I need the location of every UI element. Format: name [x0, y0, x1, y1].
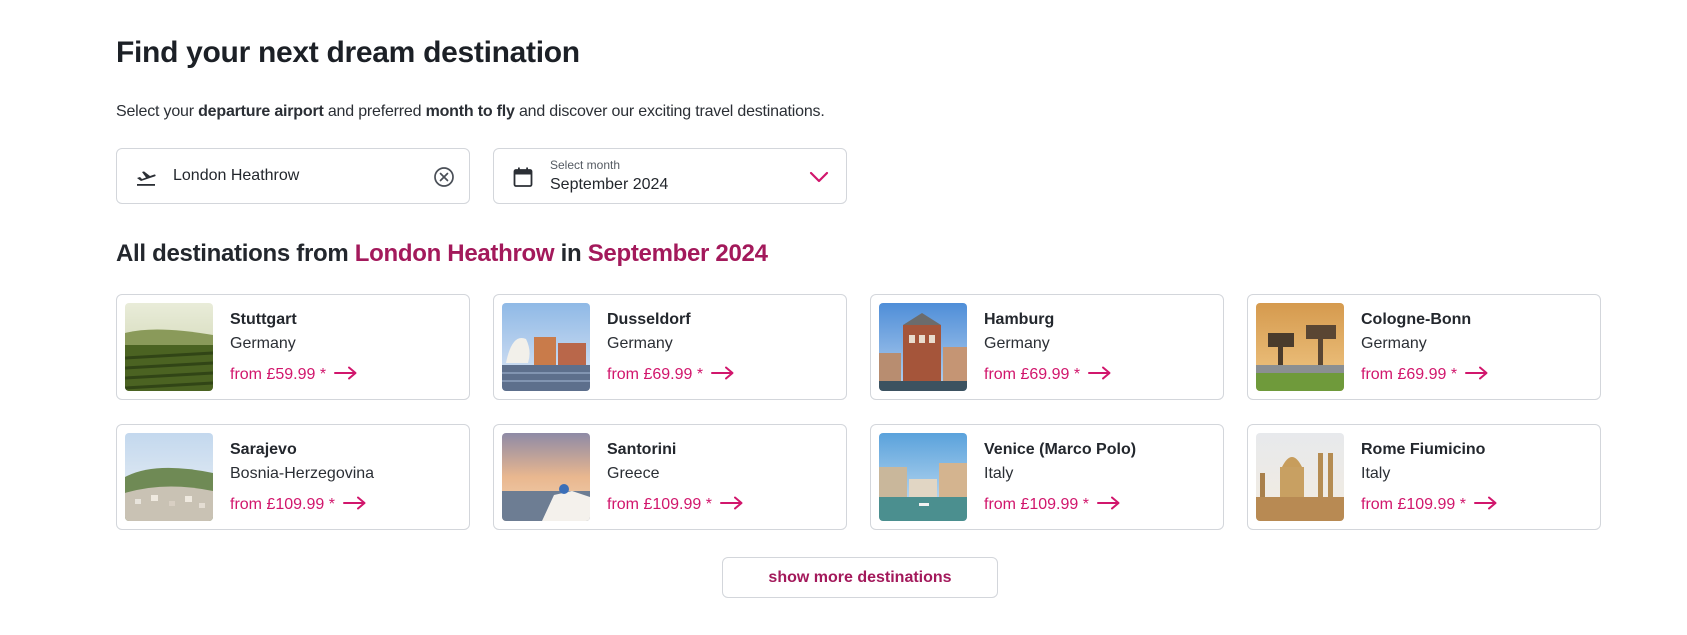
- destination-price[interactable]: from £109.99 *: [984, 496, 1121, 514]
- destination-image: [879, 303, 967, 391]
- destination-city: Sarajevo: [230, 441, 297, 458]
- destination-country: Germany: [607, 335, 673, 352]
- destination-card-santorini[interactable]: Santorini Greece from £109.99 *: [493, 424, 847, 530]
- arrow-right-icon: [711, 366, 734, 380]
- destination-image: [1256, 433, 1344, 521]
- month-select-label: Select month: [550, 158, 621, 172]
- destination-image: [879, 433, 967, 521]
- destination-country: Germany: [1361, 335, 1427, 352]
- arrow-right-icon: [1473, 496, 1497, 510]
- destination-city: Hamburg: [984, 311, 1055, 328]
- clear-circle-icon[interactable]: [433, 166, 455, 188]
- results-airport: London Heathrow: [354, 240, 555, 267]
- month-select-value: September 2024: [550, 176, 669, 193]
- destination-grid: Stuttgart Germany from £59.99 * Dusseldo…: [116, 294, 1601, 530]
- month-select[interactable]: Select month September 2024: [493, 148, 847, 204]
- destination-image: [125, 433, 213, 521]
- show-more-button[interactable]: show more destinations: [722, 557, 998, 598]
- destination-card-rome-fiumicino[interactable]: Rome Fiumicino Italy from £109.99 *: [1247, 424, 1601, 530]
- arrow-right-icon: [1465, 366, 1488, 380]
- destination-price[interactable]: from £69.99 *: [1361, 366, 1489, 384]
- intro-text: Select your departure airport and prefer…: [116, 103, 825, 120]
- destination-price[interactable]: from £69.99 *: [607, 366, 735, 384]
- arrow-right-icon: [719, 496, 743, 510]
- calendar-icon: [513, 167, 533, 187]
- results-heading: All destinations from London Heathrow in…: [116, 240, 768, 267]
- destination-price[interactable]: from £59.99 *: [230, 366, 358, 384]
- arrow-right-icon: [342, 496, 366, 510]
- page-title: Find your next dream destination: [116, 36, 580, 69]
- destination-price[interactable]: from £109.99 *: [607, 496, 744, 514]
- destination-country: Germany: [230, 335, 296, 352]
- departure-airport-field[interactable]: London Heathrow: [116, 148, 470, 204]
- destination-price[interactable]: from £109.99 *: [230, 496, 367, 514]
- destination-city: Rome Fiumicino: [1361, 441, 1486, 458]
- arrow-right-icon: [1096, 496, 1120, 510]
- destination-country: Greece: [607, 465, 660, 482]
- destination-card-cologne-bonn[interactable]: Cologne-Bonn Germany from £69.99 *: [1247, 294, 1601, 400]
- destination-card-hamburg[interactable]: Hamburg Germany from £69.99 *: [870, 294, 1224, 400]
- destination-card-dusseldorf[interactable]: Dusseldorf Germany from £69.99 *: [493, 294, 847, 400]
- destination-image: [502, 433, 590, 521]
- destination-price[interactable]: from £109.99 *: [1361, 496, 1498, 514]
- destination-card-stuttgart[interactable]: Stuttgart Germany from £59.99 *: [116, 294, 470, 400]
- destination-city: Venice (Marco Polo): [984, 441, 1137, 458]
- destination-image: [502, 303, 590, 391]
- destination-city: Stuttgart: [230, 311, 297, 328]
- destination-country: Italy: [1361, 465, 1391, 482]
- destination-card-sarajevo[interactable]: Sarajevo Bosnia-Herzegovina from £109.99…: [116, 424, 470, 530]
- results-month: September 2024: [587, 240, 768, 267]
- arrow-right-icon: [1088, 366, 1111, 380]
- destination-country: Italy: [984, 465, 1014, 482]
- destination-country: Germany: [984, 335, 1050, 352]
- arrow-right-icon: [334, 366, 357, 380]
- departure-airport-value: London Heathrow: [173, 167, 300, 184]
- destination-city: Cologne-Bonn: [1361, 311, 1472, 328]
- chevron-down-icon: [809, 171, 829, 183]
- destination-country: Bosnia-Herzegovina: [230, 465, 375, 482]
- destination-card-venice[interactable]: Venice (Marco Polo) Italy from £109.99 *: [870, 424, 1224, 530]
- destination-city: Dusseldorf: [607, 311, 691, 328]
- plane-departure-icon: [137, 171, 156, 186]
- destination-price[interactable]: from £69.99 *: [984, 366, 1112, 384]
- destination-image: [1256, 303, 1344, 391]
- destination-city: Santorini: [607, 441, 677, 458]
- destination-image: [125, 303, 213, 391]
